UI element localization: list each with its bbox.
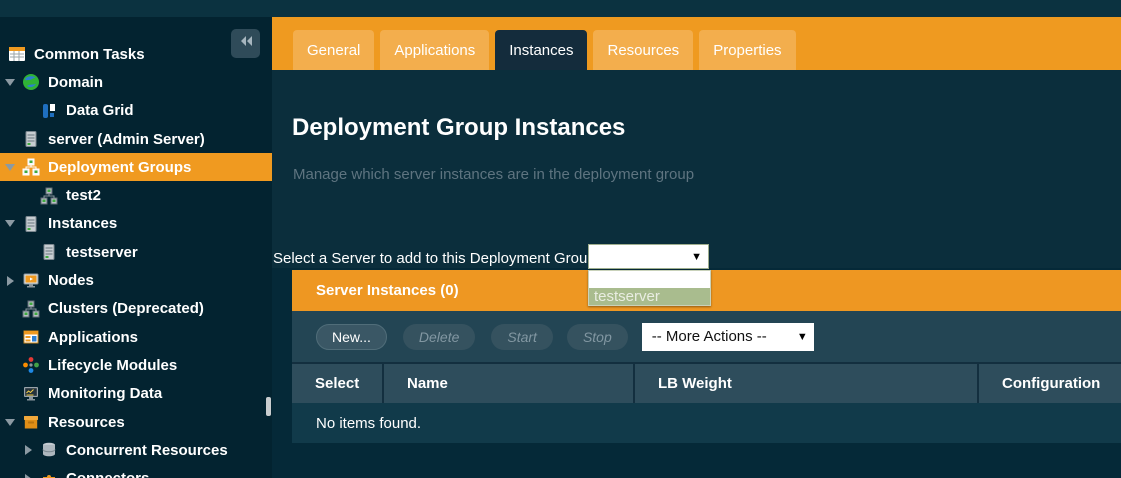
sidebar-item-resources[interactable]: Resources xyxy=(0,408,272,436)
expander-down-icon[interactable] xyxy=(4,220,22,227)
server-icon xyxy=(22,130,40,148)
expander-down-icon[interactable] xyxy=(4,79,22,86)
table-header-row: Select Name LB Weight Configuration xyxy=(292,362,1121,403)
sidebar-item-label: Applications xyxy=(48,329,138,346)
dropdown-arrow-icon xyxy=(691,251,702,263)
sidebar-item-label: Resources xyxy=(48,414,125,431)
sidebar-item-label: Lifecycle Modules xyxy=(48,357,177,374)
sidebar-item-label: Nodes xyxy=(48,272,94,289)
resources-icon xyxy=(22,413,40,431)
page-subtitle: Manage which server instances are in the… xyxy=(293,166,694,183)
sidebar-item-server-admin[interactable]: server (Admin Server) xyxy=(0,125,272,153)
expander-down-icon[interactable] xyxy=(4,164,22,171)
cluster-icon xyxy=(40,187,58,205)
expander-right-icon[interactable] xyxy=(22,474,40,478)
sidebar-item-label: test2 xyxy=(66,187,101,204)
more-actions-value: -- More Actions -- xyxy=(652,328,767,345)
sidebar-item-instances[interactable]: Instances xyxy=(0,210,272,238)
option-blank[interactable] xyxy=(589,271,710,288)
sidebar-item-deployment-groups[interactable]: Deployment Groups xyxy=(0,153,272,181)
sidebar-item-label: Connectors xyxy=(66,470,149,478)
sidebar-item-label: Monitoring Data xyxy=(48,385,162,402)
sidebar-item-testserver[interactable]: testserver xyxy=(0,238,272,266)
sidebar-item-domain[interactable]: Domain xyxy=(0,68,272,96)
column-header-select: Select xyxy=(292,364,382,403)
sidebar-item-clusters[interactable]: Clusters (Deprecated) xyxy=(0,295,272,323)
sidebar-tree: Common Tasks Domain Data Grid xyxy=(0,40,272,478)
sidebar-item-label: server (Admin Server) xyxy=(48,131,205,148)
delete-button[interactable]: Delete xyxy=(403,324,475,350)
top-strip xyxy=(0,0,1121,17)
main-content: General Applications Instances Resources… xyxy=(272,17,1121,478)
admin-console: Common Tasks Domain Data Grid xyxy=(0,0,1121,478)
cluster-icon xyxy=(22,158,40,176)
applications-icon xyxy=(22,328,40,346)
database-icon xyxy=(40,441,58,459)
dropdown-arrow-icon xyxy=(797,331,808,343)
column-header-configuration: Configuration xyxy=(979,364,1121,403)
sidebar-item-lifecycle-modules[interactable]: Lifecycle Modules xyxy=(0,351,272,379)
sidebar-item-label: Domain xyxy=(48,74,103,91)
sidebar-item-label: Concurrent Resources xyxy=(66,442,228,459)
tab-properties[interactable]: Properties xyxy=(699,30,795,70)
option-testserver[interactable]: testserver xyxy=(589,288,710,305)
sidebar-item-applications[interactable]: Applications xyxy=(0,323,272,351)
sidebar: Common Tasks Domain Data Grid xyxy=(0,17,272,478)
stop-button[interactable]: Stop xyxy=(567,324,628,350)
tab-resources[interactable]: Resources xyxy=(593,30,693,70)
sidebar-item-label: testserver xyxy=(66,244,138,261)
start-button[interactable]: Start xyxy=(491,324,553,350)
sidebar-item-label: Common Tasks xyxy=(34,46,145,63)
sidebar-item-nodes[interactable]: Nodes xyxy=(0,266,272,294)
sidebar-item-data-grid[interactable]: Data Grid xyxy=(0,97,272,125)
server-select-options: testserver xyxy=(588,270,711,306)
server-select[interactable] xyxy=(588,244,709,269)
more-actions-select[interactable]: -- More Actions -- xyxy=(642,323,814,351)
server-icon xyxy=(40,243,58,261)
server-select-label: Select a Server to add to this Deploymen… xyxy=(273,250,600,267)
column-header-lb-weight: LB Weight xyxy=(635,364,977,403)
sidebar-item-label: Deployment Groups xyxy=(48,159,191,176)
empty-message: No items found. xyxy=(316,415,421,432)
new-button[interactable]: New... xyxy=(316,324,387,350)
collapse-left-icon xyxy=(237,32,255,55)
monitoring-icon xyxy=(22,385,40,403)
lifecycle-icon xyxy=(22,356,40,374)
globe-icon xyxy=(22,73,40,91)
node-monitor-icon xyxy=(22,272,40,290)
data-grid-icon xyxy=(40,102,58,120)
sidebar-item-label: Data Grid xyxy=(66,102,134,119)
sidebar-item-label: Instances xyxy=(48,215,117,232)
cluster-icon xyxy=(22,300,40,318)
table-empty-row: No items found. xyxy=(292,403,1121,443)
sidebar-item-label: Clusters (Deprecated) xyxy=(48,300,204,317)
sidebar-collapse-button[interactable] xyxy=(231,29,260,58)
tab-applications[interactable]: Applications xyxy=(380,30,489,70)
sidebar-item-monitoring-data[interactable]: Monitoring Data xyxy=(0,380,272,408)
expander-right-icon[interactable] xyxy=(22,445,40,455)
expander-right-icon[interactable] xyxy=(4,276,22,286)
sidebar-item-concurrent-resources[interactable]: Concurrent Resources xyxy=(0,436,272,464)
server-instances-title: Server Instances (0) xyxy=(316,282,459,299)
tasks-icon xyxy=(8,45,26,63)
sidebar-item-test2[interactable]: test2 xyxy=(0,181,272,209)
tab-instances[interactable]: Instances xyxy=(495,30,587,70)
column-header-name: Name xyxy=(384,364,633,403)
tab-general[interactable]: General xyxy=(293,30,374,70)
toolbar: New... Delete Start Stop -- More Actions… xyxy=(292,311,1121,362)
server-icon xyxy=(22,215,40,233)
page-title: Deployment Group Instances xyxy=(292,114,625,142)
sidebar-item-connectors[interactable]: Connectors xyxy=(0,464,272,478)
tab-bar: General Applications Instances Resources… xyxy=(272,17,1121,70)
expander-down-icon[interactable] xyxy=(4,419,22,426)
sidebar-scrollbar-thumb[interactable] xyxy=(266,397,271,416)
connector-icon xyxy=(40,470,58,478)
